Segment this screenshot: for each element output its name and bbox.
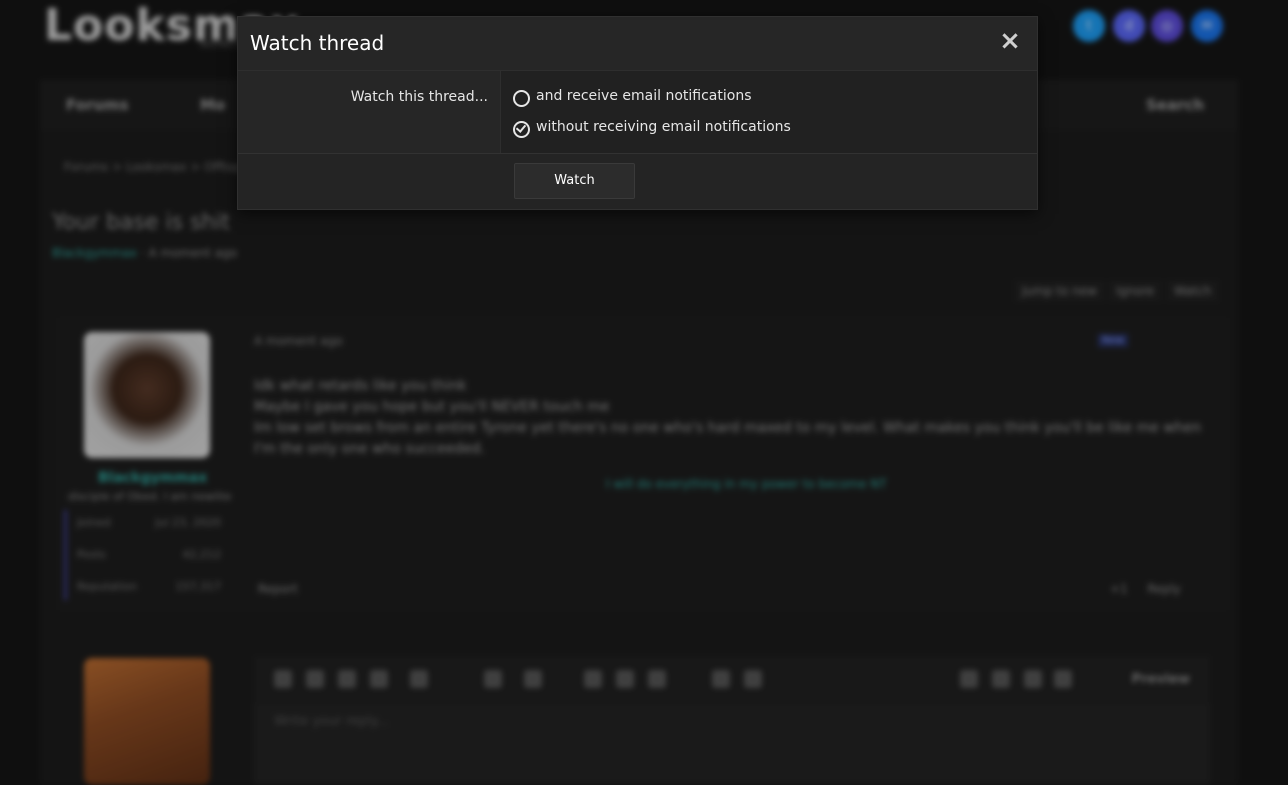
option-label: without receiving email notifications bbox=[536, 119, 791, 135]
dialog-header: Watch thread × bbox=[238, 17, 1037, 71]
watch-options-label: Watch this thread... bbox=[350, 89, 488, 105]
dialog-title: Watch thread bbox=[250, 31, 385, 55]
watch-thread-dialog: Watch thread × Watch this thread... and … bbox=[237, 16, 1038, 210]
radio-unchecked-icon[interactable] bbox=[513, 90, 530, 107]
radio-checked-icon[interactable] bbox=[513, 121, 530, 138]
dialog-footer: Watch bbox=[238, 154, 1037, 209]
option-label: and receive email notifications bbox=[536, 88, 752, 104]
close-icon[interactable]: × bbox=[999, 28, 1021, 54]
watch-options-label-cell: Watch this thread... bbox=[238, 71, 501, 153]
watch-button[interactable]: Watch bbox=[514, 163, 635, 199]
watch-options-row: Watch this thread... and receive email n… bbox=[238, 71, 1037, 154]
